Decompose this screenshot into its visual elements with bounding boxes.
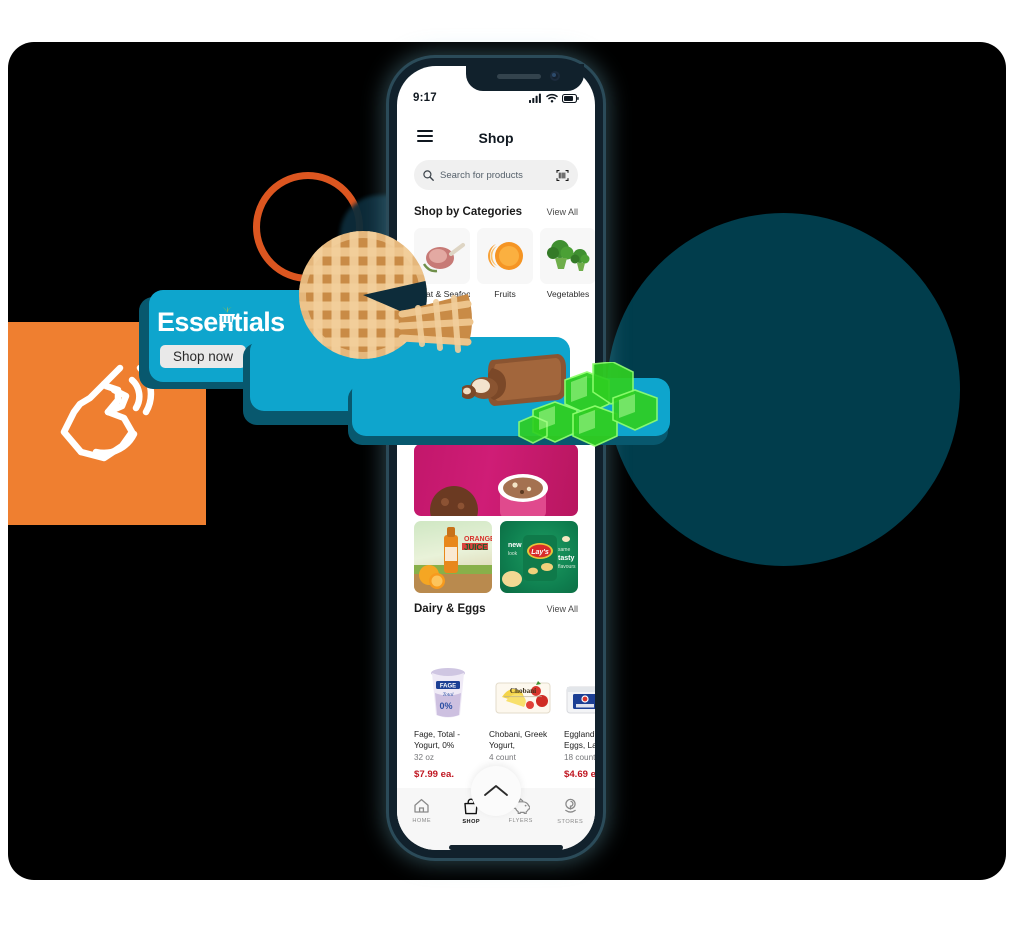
- categories-title: Shop by Categories: [414, 206, 522, 218]
- svg-text:FAGE: FAGE: [440, 684, 456, 690]
- search-icon: [423, 169, 434, 181]
- categories-section-header: Shop by Categories View All: [414, 206, 578, 218]
- svg-text:look: look: [508, 551, 518, 557]
- status-bar: 9:17: [397, 88, 595, 108]
- product-price: $4.69 ea.: [564, 769, 595, 780]
- svg-text:flavours: flavours: [558, 564, 576, 570]
- battery-icon: [562, 93, 579, 103]
- location-pin-icon: [564, 798, 576, 813]
- svg-text:new: new: [508, 542, 522, 549]
- home-icon: [414, 798, 429, 813]
- fage-yogurt-tub-image: FAGE Total 0%: [414, 661, 482, 723]
- orange-juice-promo-banner[interactable]: ORANGE JUICE: [414, 521, 492, 593]
- categories-row: Meat & Seafood Fruits Vegetables: [414, 228, 595, 299]
- scroll-to-top-fab[interactable]: [471, 766, 521, 816]
- status-icons: [529, 93, 579, 103]
- category-item-fruits[interactable]: Fruits: [477, 228, 533, 299]
- product-name: Chobani, Greek Yogurt, Strawberry...: [489, 729, 548, 751]
- category-label: Fruits: [494, 289, 516, 299]
- hamburger-menu-icon[interactable]: [417, 130, 433, 142]
- nav-label: SHOP: [462, 819, 481, 825]
- nav-item-stores[interactable]: STORES: [552, 798, 588, 825]
- categories-view-all[interactable]: View All: [547, 207, 578, 217]
- promo-row: ORANGE JUICE Lay's new look same tasty f…: [414, 521, 578, 593]
- shop-now-button[interactable]: Shop now: [160, 345, 247, 368]
- svg-text:0%: 0%: [439, 701, 452, 711]
- nav-label: FLYERS: [508, 818, 533, 824]
- dairy-title: Dairy & Eggs: [414, 603, 486, 615]
- phone-front-camera: [550, 71, 560, 81]
- green-jelly-cubes-image: [518, 362, 658, 447]
- product-card[interactable]: Eggland's Best, Eggs, Large 18 count $4.…: [564, 661, 595, 780]
- product-price: $7.99 ea.: [414, 769, 455, 780]
- category-label: Vegetables: [546, 289, 590, 299]
- status-time: 9:17: [413, 92, 437, 104]
- barcode-scanner-icon[interactable]: [556, 169, 569, 182]
- app-header: Shop: [397, 122, 595, 154]
- nav-label: STORES: [557, 819, 584, 825]
- product-size: 4 count: [489, 753, 516, 762]
- svg-text:ORANGE: ORANGE: [464, 536, 492, 543]
- svg-text:Chobani: Chobani: [510, 687, 536, 695]
- search-placeholder: Search for products: [440, 169, 523, 181]
- svg-text:JUICE: JUICE: [464, 543, 488, 552]
- svg-text:same: same: [558, 547, 570, 553]
- shopping-cart-icon: [219, 306, 235, 328]
- lays-promo-banner[interactable]: Lay's new look same tasty flavours: [500, 521, 578, 593]
- search-input[interactable]: Search for products: [414, 160, 578, 190]
- svg-text:Lay's: Lay's: [531, 549, 549, 556]
- phone-speaker-grille: [497, 74, 541, 79]
- product-size: 32 oz: [414, 753, 435, 762]
- product-card[interactable]: Chobani Chobani, Greek Yogurt, Strawberr…: [489, 661, 557, 780]
- wifi-icon: [546, 93, 558, 103]
- egglands-best-eggs-image: [564, 661, 595, 723]
- chobani-yogurt-pack-image: Chobani: [489, 661, 557, 723]
- ice-cream-promo-banner[interactable]: [414, 444, 578, 516]
- product-size: 18 count: [564, 753, 595, 762]
- bottom-navigation: HOME SHOP FLYERS STORES: [397, 766, 595, 850]
- broccoli-image: [540, 228, 595, 284]
- product-card[interactable]: FAGE Total 0% Fage, Total - Yogurt, 0% M…: [414, 661, 482, 780]
- orange-fruit-image: [477, 228, 533, 284]
- nav-label: HOME: [412, 818, 432, 824]
- category-item-vegetables[interactable]: Vegetables: [540, 228, 595, 299]
- dairy-view-all[interactable]: View All: [547, 604, 578, 614]
- phone-screen: 9:17 Shop Search for products Shop by Ca…: [397, 66, 595, 850]
- dairy-products-row: FAGE Total 0% Fage, Total - Yogurt, 0% M…: [414, 661, 595, 780]
- dairy-section-header: Dairy & Eggs View All: [414, 603, 578, 615]
- nav-item-home[interactable]: HOME: [404, 798, 440, 824]
- product-name: Fage, Total - Yogurt, 0% Milkfat, Nonfat…: [414, 729, 476, 751]
- chevron-up-icon: [484, 785, 508, 796]
- signal-bars-icon: [529, 93, 541, 103]
- svg-text:Total: Total: [442, 692, 454, 698]
- product-name: Eggland's Best, Eggs, Large: [564, 729, 595, 750]
- svg-text:tasty: tasty: [558, 555, 574, 562]
- home-indicator: [449, 845, 563, 850]
